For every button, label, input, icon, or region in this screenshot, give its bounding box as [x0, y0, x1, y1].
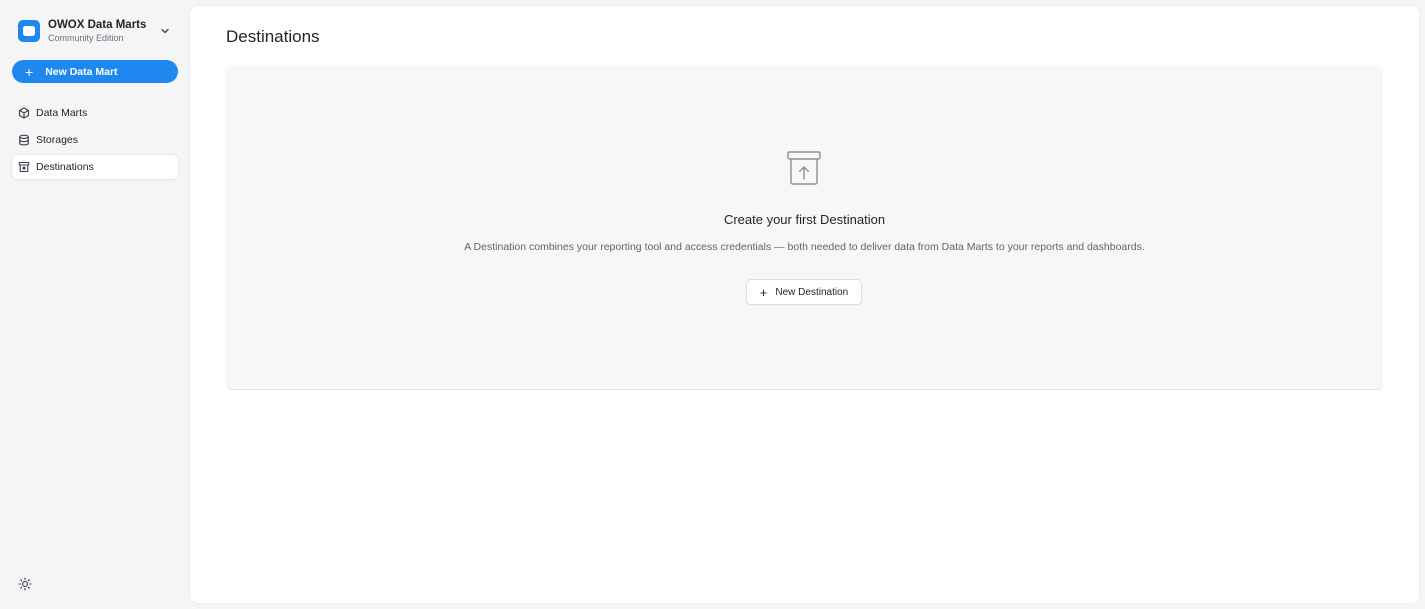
sidebar-item-label: Storages [36, 134, 79, 146]
new-data-mart-button[interactable]: + New Data Mart [12, 60, 178, 83]
new-data-mart-label: New Data Mart [45, 65, 118, 78]
workspace-switcher[interactable]: OWOX Data Marts Community Edition [12, 15, 178, 47]
theme-toggle-button[interactable] [17, 576, 33, 592]
page-title: Destinations [226, 27, 320, 46]
sidebar-item-label: Destinations [36, 161, 94, 173]
cube-icon [18, 107, 30, 119]
archive-icon [18, 161, 30, 173]
chevron-down-icon[interactable] [158, 24, 172, 38]
new-destination-label: New Destination [775, 286, 849, 298]
plus-icon: + [759, 284, 768, 300]
new-destination-button[interactable]: + New Destination [746, 279, 862, 305]
app-root: OWOX Data Marts Community Edition + New … [0, 0, 1425, 609]
empty-state-card: Create your first Destination A Destinat… [226, 66, 1383, 390]
sun-icon [18, 577, 32, 591]
sidebar-item-data-marts[interactable]: Data Marts [12, 101, 178, 125]
brand-text: OWOX Data Marts Community Edition [48, 19, 146, 44]
sidebar-nav: Data Marts Storages Destinations [12, 101, 178, 182]
plus-icon: + [25, 63, 34, 80]
sidebar-item-destinations[interactable]: Destinations [12, 155, 178, 179]
sidebar-item-label: Data Marts [36, 107, 88, 119]
database-icon [19, 134, 29, 146]
brand-subtitle: Community Edition [48, 32, 124, 43]
archive-upload-icon [787, 151, 821, 185]
empty-state-description: A Destination combines your reporting to… [464, 241, 1145, 253]
sidebar: OWOX Data Marts Community Edition + New … [0, 0, 190, 609]
sidebar-item-storages[interactable]: Storages [12, 128, 178, 152]
brand-title: OWOX Data Marts [48, 18, 147, 31]
empty-state-title: Create your first Destination [723, 212, 886, 227]
main-panel: Destinations Create your first Destinati… [190, 6, 1419, 603]
owox-logo-icon [18, 20, 40, 42]
